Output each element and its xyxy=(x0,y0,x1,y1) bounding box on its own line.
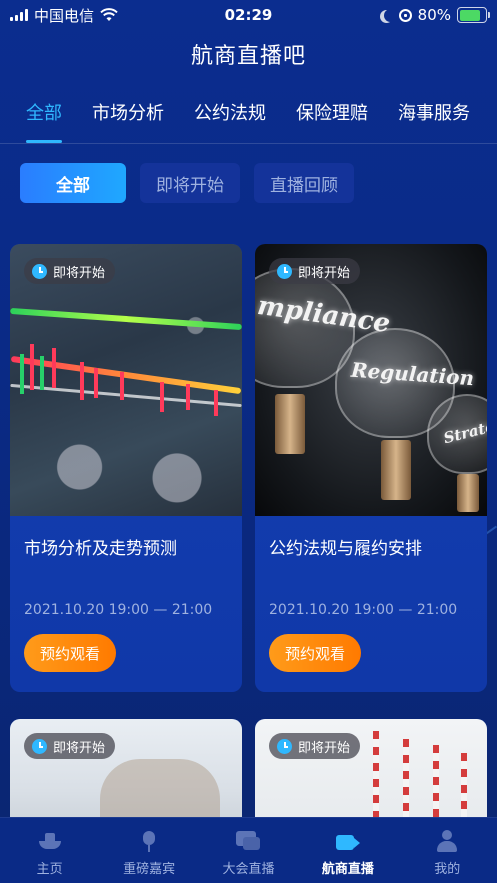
tabbar-label: 我的 xyxy=(434,861,461,877)
tabbar-label: 重磅嘉宾 xyxy=(123,861,176,877)
battery-icon xyxy=(457,7,490,23)
badge-label: 即将开始 xyxy=(53,740,106,756)
bottom-tab-bar: 主页 重磅嘉宾 大会直播 航商直播 我的 xyxy=(0,817,497,883)
card-thumbnail-market: 即将开始 xyxy=(10,244,242,516)
card-time: 2021.10.20 19:00 — 21:00 xyxy=(24,602,213,618)
clock-icon xyxy=(277,738,292,754)
tabbar-conference-live[interactable]: 大会直播 xyxy=(203,829,293,877)
do-not-disturb-icon xyxy=(384,9,397,22)
live-card[interactable]: 即将开始 市场分析及走势预测 2021.10.20 19:00 — 21:00 … xyxy=(10,244,242,692)
badge-label: 即将开始 xyxy=(298,740,351,756)
filter-chips: 全部 即将开始 直播回顾 xyxy=(20,163,354,203)
upcoming-badge: 即将开始 xyxy=(24,258,116,284)
tab-maritime-services[interactable]: 海事服务 xyxy=(398,100,470,143)
card-title: 市场分析及走势预测 xyxy=(24,539,177,559)
upcoming-badge: 即将开始 xyxy=(269,258,361,284)
badge-label: 即将开始 xyxy=(53,265,106,281)
ship-icon xyxy=(37,829,63,853)
signal-icon xyxy=(10,9,28,21)
wifi-icon xyxy=(100,8,118,21)
upcoming-badge: 即将开始 xyxy=(24,733,116,759)
user-icon xyxy=(434,829,460,853)
tabbar-home[interactable]: 主页 xyxy=(5,829,95,877)
chat-icon xyxy=(235,829,261,853)
filter-all-button[interactable]: 全部 xyxy=(20,163,126,203)
tab-market-analysis[interactable]: 市场分析 xyxy=(92,100,164,143)
filter-upcoming-button[interactable]: 即将开始 xyxy=(140,163,240,203)
tabbar-mine[interactable]: 我的 xyxy=(402,829,492,877)
carrier-label: 中国电信 xyxy=(34,6,95,25)
card-thumbnail-bulbs: mpliance Regulation Strateg 即将开始 xyxy=(255,244,487,516)
tabbar-label: 航商直播 xyxy=(321,861,374,877)
page-title: 航商直播吧 xyxy=(190,44,306,69)
live-card[interactable]: mpliance Regulation Strateg 即将开始 公约法规与履约… xyxy=(255,244,487,692)
upcoming-badge: 即将开始 xyxy=(269,733,361,759)
card-time: 2021.10.20 19:00 — 21:00 xyxy=(269,602,458,618)
clock-icon xyxy=(277,263,292,279)
tabbar-label: 主页 xyxy=(36,861,63,877)
card-title: 公约法规与履约安排 xyxy=(269,539,422,559)
filter-replay-button[interactable]: 直播回顾 xyxy=(254,163,354,203)
book-watch-button[interactable]: 预约观看 xyxy=(24,634,116,672)
category-tabs: 全部 市场分析 公约法规 保险理赔 海事服务 xyxy=(0,100,497,144)
mic-icon xyxy=(136,829,162,853)
book-watch-button[interactable]: 预约观看 xyxy=(269,634,361,672)
tabbar-shipping-live[interactable]: 航商直播 xyxy=(303,829,393,877)
badge-label: 即将开始 xyxy=(298,265,351,281)
tab-insurance-claims[interactable]: 保险理赔 xyxy=(296,100,368,143)
clock-icon xyxy=(32,738,47,754)
tabbar-guests[interactable]: 重磅嘉宾 xyxy=(104,829,194,877)
live-camera-icon xyxy=(335,829,361,853)
tab-conventions[interactable]: 公约法规 xyxy=(194,100,266,143)
tabbar-label: 大会直播 xyxy=(222,861,275,877)
status-bar: 中国电信 02:29 80% xyxy=(0,0,497,30)
tab-all[interactable]: 全部 xyxy=(26,100,62,143)
battery-percent: 80% xyxy=(417,6,451,24)
rotation-lock-icon xyxy=(398,8,412,22)
clock-icon xyxy=(32,263,47,279)
